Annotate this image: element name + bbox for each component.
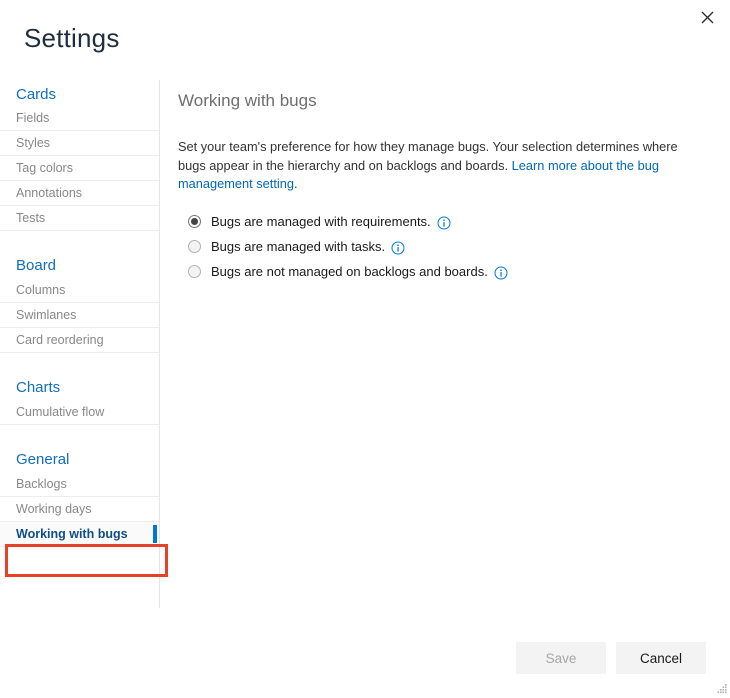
- dialog-footer: Save Cancel: [516, 642, 706, 674]
- radio-label-not-managed: Bugs are not managed on backlogs and boa…: [211, 263, 488, 281]
- radio-button-managed-with-requirements[interactable]: [188, 215, 201, 228]
- sidebar-section-header-charts: Charts: [0, 371, 159, 400]
- page-title: Settings: [24, 22, 120, 54]
- radio-option-managed-with-requirements[interactable]: Bugs are managed with requirements.: [188, 212, 706, 232]
- sidebar-section-header-general: General: [0, 443, 159, 472]
- close-icon[interactable]: [692, 4, 722, 30]
- sidebar-spacer: [0, 425, 159, 443]
- sidebar-spacer: [0, 231, 159, 249]
- settings-content-panel: Working with bugs Set your team's prefer…: [178, 90, 706, 287]
- content-heading: Working with bugs: [178, 90, 706, 112]
- sidebar-item-tag-colors[interactable]: Tag colors: [0, 156, 159, 181]
- info-icon[interactable]: [494, 266, 508, 280]
- save-button[interactable]: Save: [516, 642, 606, 674]
- radio-label-managed-with-tasks: Bugs are managed with tasks.: [211, 238, 385, 256]
- content-description: Set your team's preference for how they …: [178, 138, 678, 194]
- description-text-trail: .: [294, 176, 298, 191]
- radio-option-managed-with-tasks[interactable]: Bugs are managed with tasks.: [188, 237, 706, 257]
- sidebar-item-styles[interactable]: Styles: [0, 131, 159, 156]
- sidebar-item-working-with-bugs[interactable]: Working with bugs: [0, 522, 159, 547]
- sidebar-section-header-board: Board: [0, 249, 159, 278]
- sidebar-item-working-days[interactable]: Working days: [0, 497, 159, 522]
- sidebar-section-header-cards: Cards: [0, 80, 159, 106]
- sidebar-item-columns[interactable]: Columns: [0, 278, 159, 303]
- settings-dialog: Settings Cards Fields Styles Tag colors …: [0, 0, 730, 698]
- radio-button-managed-with-tasks[interactable]: [188, 240, 201, 253]
- sidebar-item-annotations[interactable]: Annotations: [0, 181, 159, 206]
- info-icon[interactable]: [391, 241, 405, 255]
- info-icon[interactable]: [437, 216, 451, 230]
- sidebar-item-card-reordering[interactable]: Card reordering: [0, 328, 159, 353]
- radio-button-not-managed[interactable]: [188, 265, 201, 278]
- sidebar-spacer: [0, 353, 159, 371]
- radio-option-not-managed[interactable]: Bugs are not managed on backlogs and boa…: [188, 262, 706, 282]
- sidebar-item-cumulative-flow[interactable]: Cumulative flow: [0, 400, 159, 425]
- sidebar-item-swimlanes[interactable]: Swimlanes: [0, 303, 159, 328]
- sidebar-item-fields[interactable]: Fields: [0, 106, 159, 131]
- sidebar-item-tests[interactable]: Tests: [0, 206, 159, 231]
- sidebar-item-backlogs[interactable]: Backlogs: [0, 472, 159, 497]
- sidebar-section-general: General Backlogs Working days Working wi…: [0, 443, 159, 547]
- sidebar-section-cards: Cards Fields Styles Tag colors Annotatio…: [0, 80, 159, 231]
- bug-management-radio-group: Bugs are managed with requirements. Bugs…: [178, 212, 706, 282]
- cancel-button[interactable]: Cancel: [616, 642, 706, 674]
- resize-grip-icon[interactable]: [714, 682, 728, 696]
- settings-sidebar: Cards Fields Styles Tag colors Annotatio…: [0, 80, 160, 608]
- radio-label-managed-with-requirements: Bugs are managed with requirements.: [211, 213, 431, 231]
- sidebar-section-charts: Charts Cumulative flow: [0, 371, 159, 425]
- sidebar-section-board: Board Columns Swimlanes Card reordering: [0, 249, 159, 353]
